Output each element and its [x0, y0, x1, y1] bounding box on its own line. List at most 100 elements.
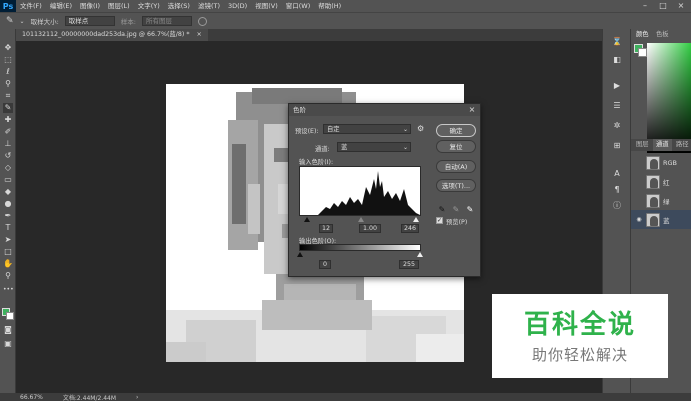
eyedropper-icon[interactable]: ✎ [6, 16, 14, 26]
dialog-close-icon[interactable]: × [467, 104, 477, 116]
preset-select[interactable]: 自定 ⌄ [323, 124, 411, 134]
channel-row-blue[interactable]: ◉ 蓝 [631, 210, 691, 229]
tab-paths[interactable]: 路径 [673, 139, 691, 151]
quick-select-tool-icon[interactable]: ⚲ [3, 79, 13, 89]
info-panel-icon[interactable]: ⓘ [611, 201, 623, 211]
stamp-tool-icon[interactable]: ⊥ [3, 139, 13, 149]
black-eyedropper-icon[interactable]: ✎ [437, 205, 447, 215]
marquee-tool-icon[interactable]: ⬚ [3, 55, 13, 65]
menu-item[interactable]: 窗口(W) [282, 0, 315, 12]
white-eyedropper-icon[interactable]: ✎ [465, 205, 475, 215]
path-select-icon[interactable]: ➤ [3, 235, 13, 245]
preview-label: 预览(P) [446, 219, 468, 226]
background-color-swatch[interactable] [6, 312, 14, 320]
minimize-button[interactable]: – [638, 0, 652, 12]
tab-channels[interactable]: 通道 [653, 139, 672, 151]
channel-row-green[interactable]: 绿 [631, 191, 691, 210]
blur-tool-icon[interactable]: ◆ [3, 187, 13, 197]
output-white-field[interactable]: 255 [399, 260, 419, 269]
auto-button[interactable]: 自动(A) [436, 160, 476, 173]
paragraph-panel-icon[interactable]: ¶ [611, 185, 623, 195]
quick-mask-icon[interactable]: ◙ [3, 325, 13, 335]
move-tool-icon[interactable]: ✥ [3, 43, 13, 53]
eyedropper-tool-icon[interactable]: ✎ [3, 103, 13, 113]
input-white-field[interactable]: 246 [401, 224, 419, 233]
menu-item[interactable]: 文件(F) [16, 0, 46, 12]
sample-size-label: 取样大小: [30, 18, 59, 26]
dodge-tool-icon[interactable]: ● [3, 199, 13, 209]
menu-item[interactable]: 文字(Y) [134, 0, 164, 12]
visibility-eye-icon[interactable]: ◉ [635, 216, 643, 223]
input-gamma-slider[interactable] [358, 217, 364, 222]
lasso-tool-icon[interactable]: ℓ [3, 67, 13, 77]
zoom-tool-icon[interactable]: ⚲ [3, 271, 13, 281]
history-panel-icon[interactable]: ⌛ [611, 37, 623, 47]
dialog-title: 色阶 [293, 106, 306, 114]
reset-button[interactable]: 复位 [436, 140, 476, 153]
more-tools-icon[interactable]: ••• [3, 285, 14, 295]
tab-color[interactable]: 颜色 [633, 29, 652, 41]
properties-panel-icon[interactable]: ◧ [611, 55, 623, 65]
status-arrow-icon[interactable]: › [136, 394, 138, 401]
menu-item[interactable]: 3D(D) [224, 0, 251, 12]
adjustments-icon[interactable]: ☰ [611, 101, 623, 111]
type-tool-icon[interactable]: T [3, 223, 13, 233]
character-panel-icon[interactable]: A [611, 169, 623, 179]
close-window-button[interactable]: × [674, 0, 688, 12]
gradient-tool-icon[interactable]: ▭ [3, 175, 13, 185]
preset-label: 预设(E): [295, 128, 319, 135]
menu-item[interactable]: 滤镜(T) [194, 0, 224, 12]
channel-value: 蓝 [341, 144, 348, 151]
output-white-slider[interactable] [417, 252, 423, 257]
input-gamma-field[interactable]: 1.00 [359, 224, 381, 233]
tab-layers[interactable]: 图层 [633, 139, 652, 151]
menu-item[interactable]: 图像(I) [76, 0, 104, 12]
output-black-slider[interactable] [297, 252, 303, 257]
eraser-tool-icon[interactable]: ◇ [3, 163, 13, 173]
maximize-button[interactable]: □ [656, 0, 670, 12]
zoom-level[interactable]: 66.67% [20, 394, 43, 401]
color-picker-field[interactable] [647, 43, 691, 153]
menu-item[interactable]: 视图(V) [251, 0, 282, 12]
rectangle-tool-icon[interactable]: □ [3, 247, 13, 257]
input-black-field[interactable]: 12 [319, 224, 333, 233]
channel-name: 红 [663, 178, 670, 187]
menu-items: 文件(F) 编辑(E) 图像(I) 图层(L) 文字(Y) 选择(S) 滤镜(T) 3D(D)… [16, 0, 345, 12]
brush-tool-icon[interactable]: ✐ [3, 127, 13, 137]
channel-select[interactable]: 蓝 ⌄ [337, 142, 411, 152]
options-button[interactable]: 选项(T)... [436, 179, 476, 192]
channel-row-red[interactable]: 红 [631, 172, 691, 191]
sample-size-select[interactable]: 取样点 [64, 16, 115, 26]
preview-checkbox[interactable]: ✓ [436, 217, 443, 224]
menu-item[interactable]: 图层(L) [104, 0, 134, 12]
brush-settings-icon[interactable]: ✲ [611, 121, 623, 131]
healing-tool-icon[interactable]: ✚ [3, 115, 13, 125]
gray-eyedropper-icon[interactable]: ✎ [451, 205, 461, 215]
sample-ring-icon[interactable] [197, 16, 207, 26]
ok-button[interactable]: 确定 [436, 124, 476, 137]
chevron-down-icon[interactable]: ⌄ [20, 18, 25, 25]
screen-mode-icon[interactable]: ▣ [3, 339, 13, 349]
color-background-swatch[interactable] [638, 48, 647, 57]
menu-bar: Ps 文件(F) 编辑(E) 图像(I) 图层(L) 文字(Y) 选择(S) 滤镜(T) 3D… [0, 0, 691, 12]
sample-select[interactable]: 所有图层 [141, 16, 192, 26]
preset-options-gear-icon[interactable]: ⚙ [417, 124, 424, 133]
tab-swatches[interactable]: 色板 [653, 29, 672, 41]
output-black-field[interactable]: 0 [319, 260, 331, 269]
history-brush-icon[interactable]: ↺ [3, 151, 13, 161]
menu-item[interactable]: 选择(S) [164, 0, 194, 12]
pen-tool-icon[interactable]: ✒ [3, 211, 13, 221]
dialog-titlebar[interactable]: 色阶 × [289, 104, 480, 116]
document-tab[interactable]: 101132112_00000000dad253da.jpg @ 66.7%(蓝… [16, 29, 208, 41]
channel-row-rgb[interactable]: RGB [631, 153, 691, 172]
play-actions-icon[interactable]: ▶ [611, 81, 623, 91]
crop-tool-icon[interactable]: ⌗ [3, 91, 13, 101]
clone-source-icon[interactable]: ⊞ [611, 141, 623, 151]
hand-tool-icon[interactable]: ✋ [3, 259, 13, 269]
input-black-slider[interactable] [304, 217, 310, 222]
menu-item[interactable]: 编辑(E) [46, 0, 76, 12]
menu-item[interactable]: 帮助(H) [314, 0, 345, 12]
close-tab-icon[interactable]: × [197, 31, 202, 38]
input-white-slider[interactable] [413, 217, 419, 222]
watermark-badge: 百科全说 助你轻松解决 [492, 294, 668, 378]
